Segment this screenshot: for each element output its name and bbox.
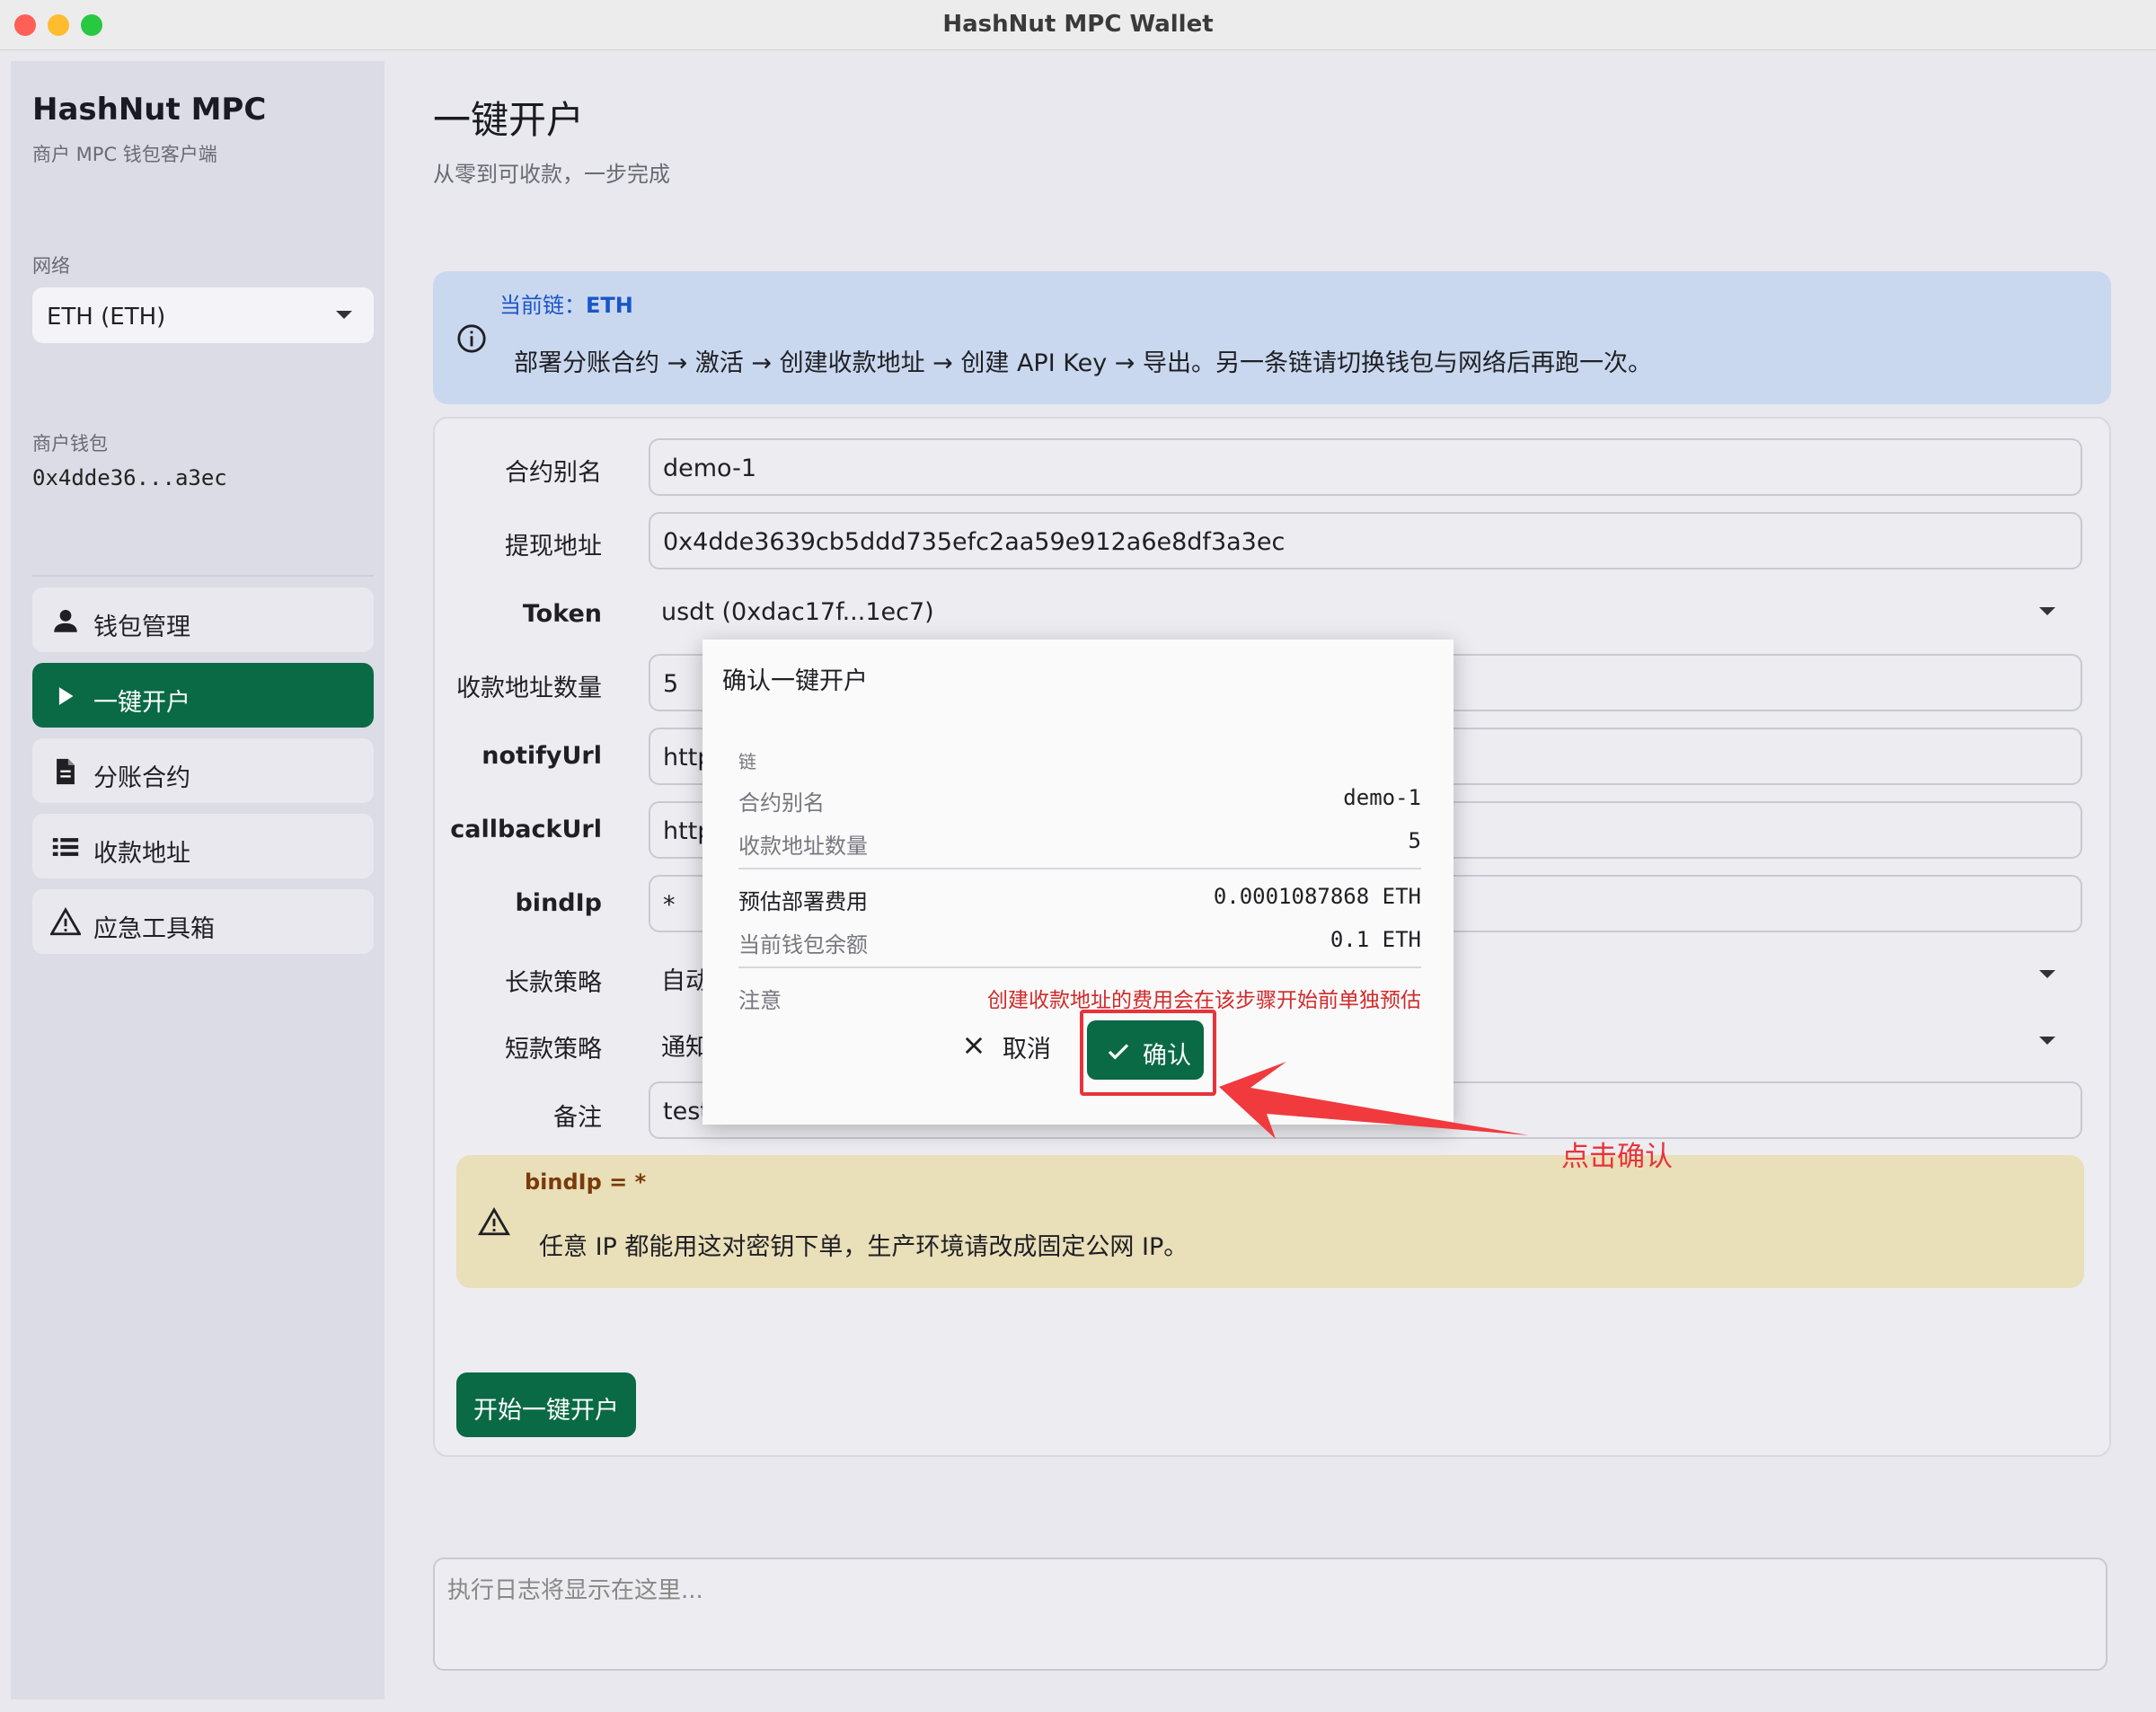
annotation-arrow-icon — [1219, 1062, 1529, 1139]
annotation-hint: 点击确认 — [1561, 1141, 1673, 1173]
